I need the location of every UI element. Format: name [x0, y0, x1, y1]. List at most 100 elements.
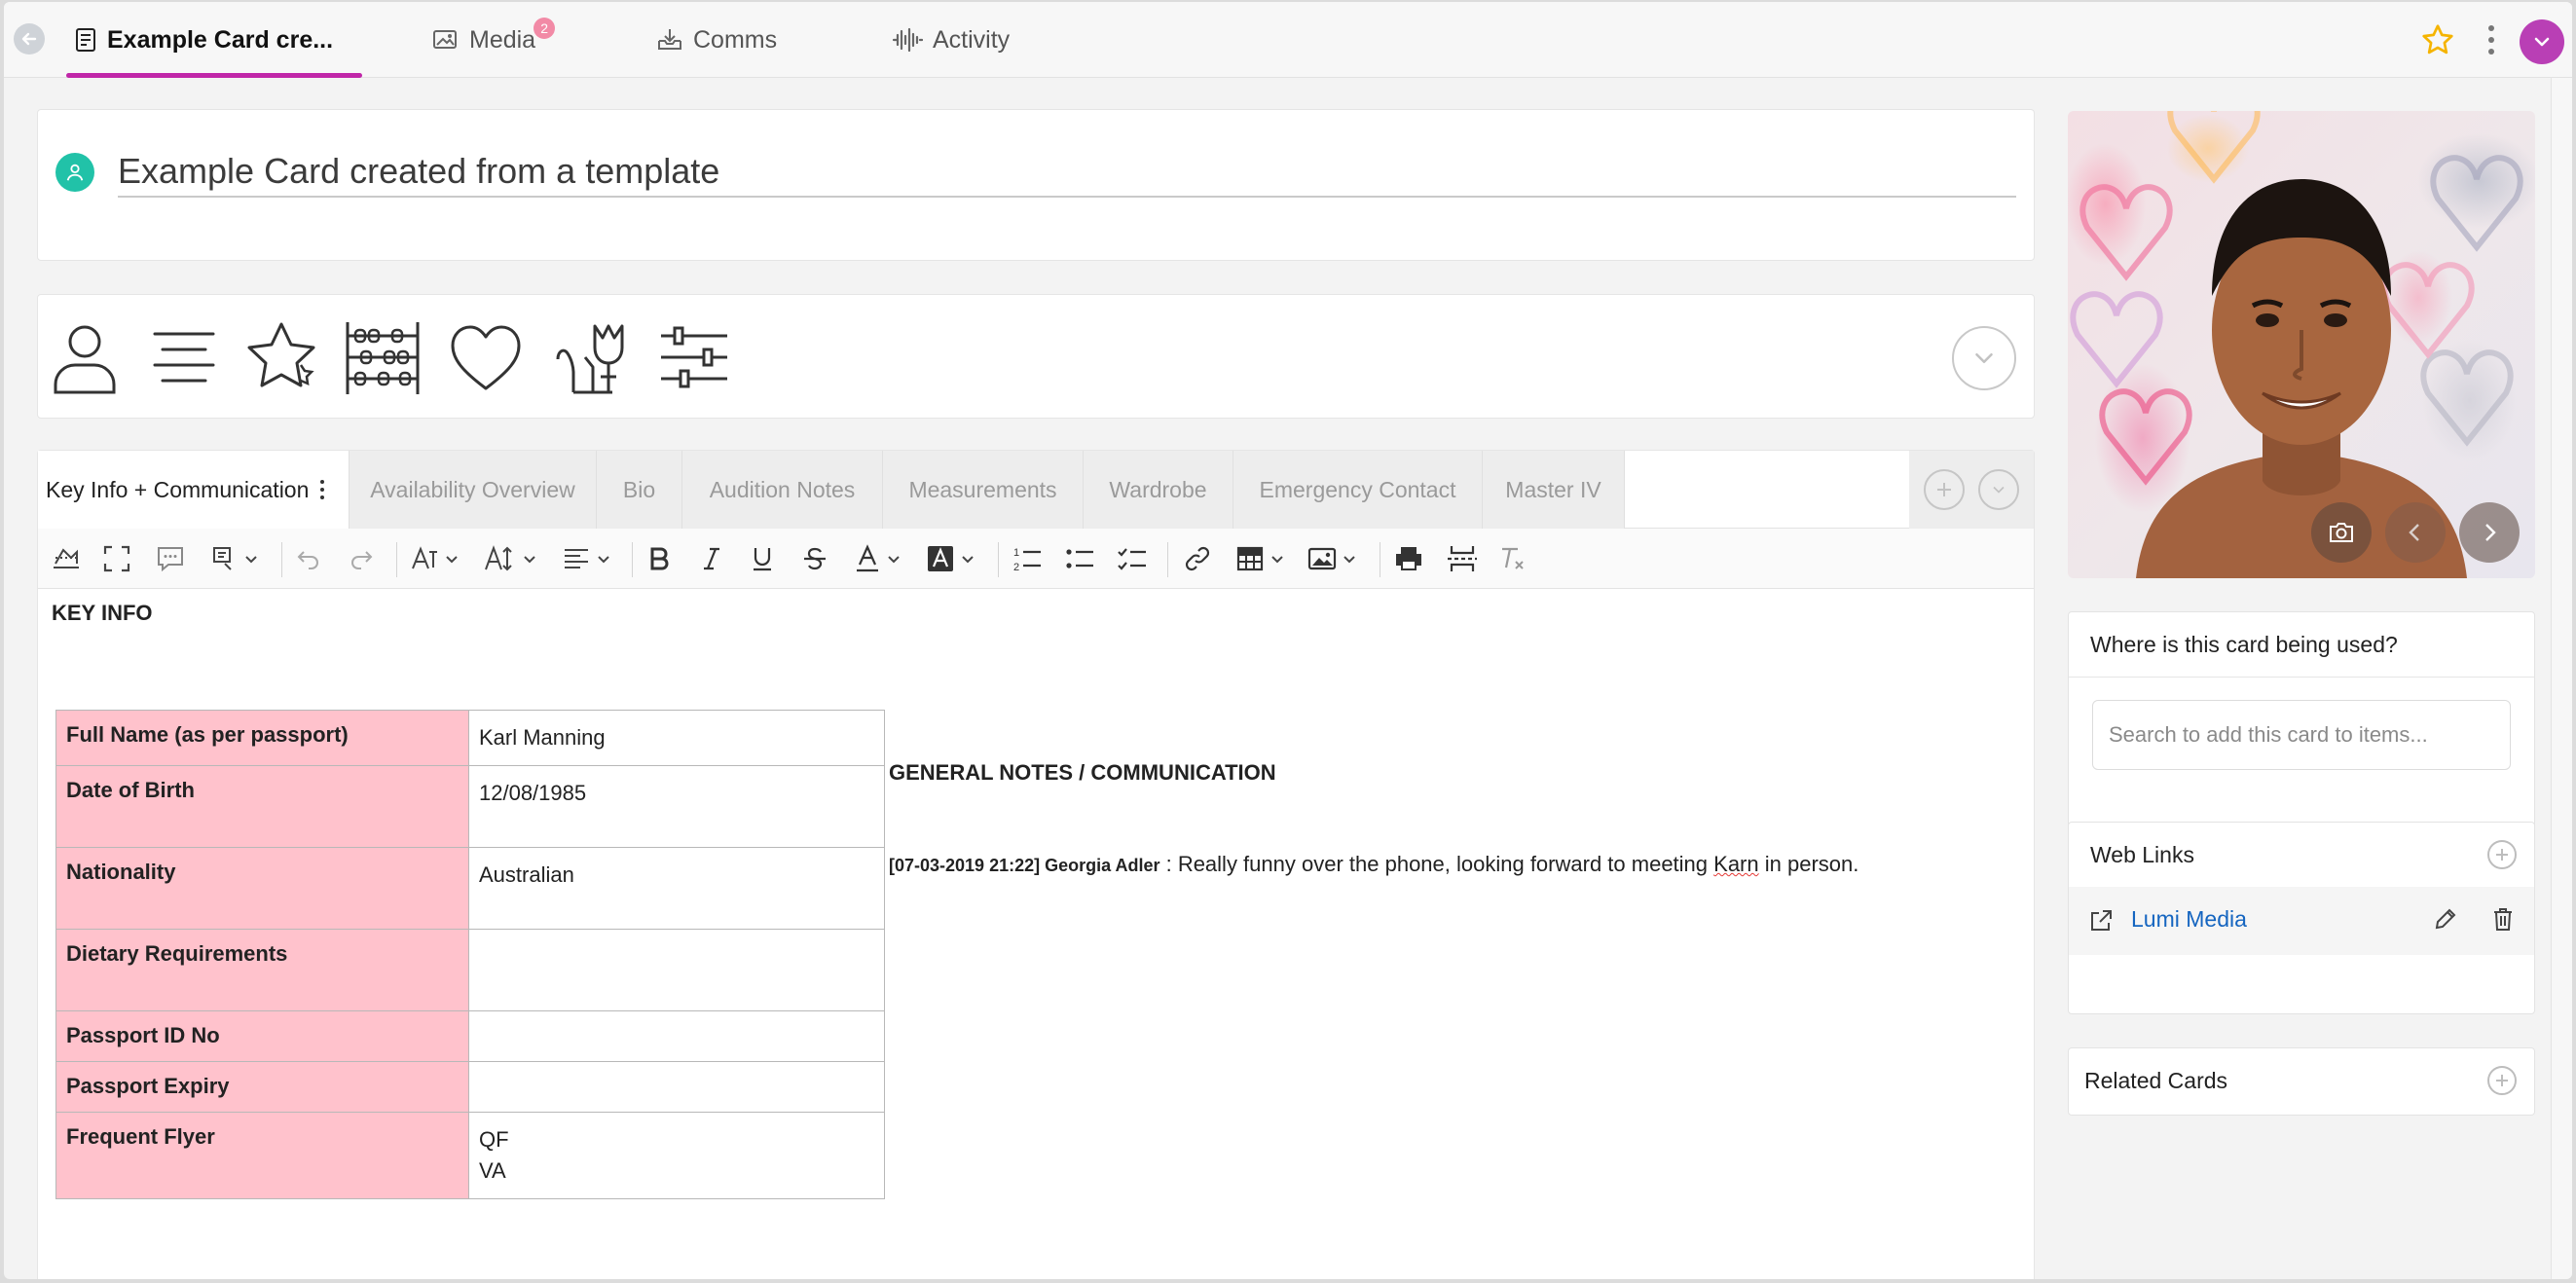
favorite-button[interactable]	[2420, 22, 2455, 62]
link-button[interactable]	[1183, 542, 1212, 575]
table-row: Nationality Australian	[55, 847, 885, 930]
toolbar-divider	[396, 542, 397, 577]
misspelled-word[interactable]: Karn	[1713, 852, 1758, 876]
page-scrollbar[interactable]	[2551, 78, 2572, 1279]
tab-key-info[interactable]: Key Info + Communication	[38, 451, 350, 529]
tab-measurements-label: Measurements	[908, 476, 1057, 502]
delete-link-button[interactable]	[2491, 906, 2515, 936]
tab-master-iv[interactable]: Master IV	[1483, 451, 1625, 529]
back-button[interactable]	[14, 23, 45, 55]
chevron-right-icon	[2485, 524, 2496, 541]
highlight-color-button[interactable]	[926, 542, 975, 575]
user-menu-button[interactable]	[2520, 19, 2564, 64]
person-icon	[66, 164, 84, 181]
camera-icon	[2330, 523, 2353, 542]
arrow-left-icon	[21, 32, 37, 46]
previous-photo-button[interactable]	[2385, 502, 2446, 563]
numbered-list-button[interactable]: 12	[1012, 542, 1043, 575]
tab-master-iv-label: Master IV	[1505, 476, 1601, 502]
tab-media[interactable]: Media 2	[432, 2, 556, 78]
strikethrough-button[interactable]	[801, 542, 828, 575]
expand-templates-button[interactable]	[1952, 326, 2016, 390]
font-family-button[interactable]	[410, 542, 459, 575]
table-value-cell[interactable]	[468, 929, 885, 1011]
cat-icon[interactable]	[550, 316, 632, 398]
font-size-button[interactable]	[484, 542, 536, 575]
tab-availability[interactable]: Availability Overview	[350, 451, 597, 529]
tab-measurements[interactable]: Measurements	[883, 451, 1084, 529]
editor-tab-strip: Key Info + Communication Availability Ov…	[38, 451, 2034, 529]
abacus-icon[interactable]	[342, 316, 423, 398]
tab-bio[interactable]: Bio	[597, 451, 682, 529]
card-avatar[interactable]	[55, 153, 94, 192]
underline-button[interactable]	[749, 542, 776, 575]
bold-button[interactable]	[645, 542, 673, 575]
format-painter-button[interactable]	[209, 542, 258, 575]
add-web-link-button[interactable]	[2487, 840, 2517, 869]
redo-button[interactable]	[348, 542, 375, 575]
tab-wardrobe[interactable]: Wardrobe	[1084, 451, 1233, 529]
profile-photo[interactable]	[2068, 111, 2535, 578]
chevron-down-icon	[2534, 37, 2550, 47]
add-related-card-button[interactable]	[2487, 1066, 2517, 1095]
comment-icon	[158, 547, 183, 572]
table-value-cell[interactable]: Australian	[468, 847, 885, 930]
document-body[interactable]: KEY INFO Full Name (as per passport) Kar…	[38, 589, 2034, 1279]
tab-audition-notes[interactable]: Audition Notes	[682, 451, 883, 529]
italic-button[interactable]	[698, 542, 725, 575]
key-info-table: Full Name (as per passport) Karl Manning…	[55, 710, 885, 1199]
external-link-icon[interactable]	[2088, 908, 2114, 938]
tab-dropdown-button[interactable]	[1978, 469, 2019, 510]
kebab-menu-icon	[2488, 25, 2494, 55]
card-title-input[interactable]: Example Card created from a template	[118, 147, 2016, 198]
clear-format-button[interactable]	[1498, 542, 1527, 575]
star-icon[interactable]	[240, 316, 322, 398]
heart-icon[interactable]	[445, 316, 527, 398]
bullet-list-button[interactable]	[1064, 542, 1095, 575]
tab-activity[interactable]: Activity	[892, 2, 1010, 78]
clear-format-icon	[1502, 547, 1524, 569]
table-value-cell[interactable]: QF VA	[468, 1112, 885, 1199]
web-link-label[interactable]: Lumi Media	[2131, 906, 2247, 933]
tab-emergency-contact[interactable]: Emergency Contact	[1233, 451, 1483, 529]
font-color-button[interactable]	[854, 542, 901, 575]
tab-media-label: Media	[469, 25, 536, 54]
card-usage-search-input[interactable]: Search to add this card to items...	[2092, 700, 2511, 770]
table-button[interactable]	[1235, 542, 1284, 575]
table-value-cell[interactable]: 12/08/1985	[468, 765, 885, 848]
add-tab-button[interactable]	[1924, 469, 1965, 510]
kebab-menu-icon[interactable]	[318, 479, 326, 500]
change-photo-button[interactable]	[2311, 502, 2372, 563]
text-lines-icon[interactable]	[143, 316, 225, 398]
more-options-button[interactable]	[2486, 23, 2496, 61]
table-value-cell[interactable]	[468, 1061, 885, 1113]
plus-icon	[1937, 483, 1951, 496]
print-button[interactable]	[1393, 542, 1424, 575]
table-value-cell[interactable]: Karl Manning	[468, 710, 885, 766]
next-photo-button[interactable]	[2459, 502, 2520, 563]
table-label-cell: Dietary Requirements	[55, 929, 469, 1011]
sliders-icon[interactable]	[653, 316, 735, 398]
save-draft-button[interactable]	[50, 542, 83, 575]
toolbar-divider	[281, 542, 282, 577]
align-button[interactable]	[562, 542, 610, 575]
tab-card[interactable]: Example Card cre...	[65, 2, 363, 78]
person-icon[interactable]	[44, 316, 126, 398]
font-color-icon	[857, 544, 878, 572]
edit-link-button[interactable]	[2433, 906, 2458, 936]
table-value-cell[interactable]	[468, 1010, 885, 1062]
related-cards-panel: Related Cards	[2068, 1047, 2535, 1116]
chevron-left-icon	[2409, 524, 2419, 541]
web-links-heading: Web Links	[2090, 841, 2194, 867]
undo-button[interactable]	[295, 542, 322, 575]
page-break-icon	[1448, 546, 1477, 571]
comment-button[interactable]	[155, 542, 186, 575]
tab-comms[interactable]: Comms	[656, 2, 777, 78]
fullscreen-button[interactable]	[102, 542, 131, 575]
plus-icon	[2496, 1075, 2508, 1086]
checklist-button[interactable]	[1117, 542, 1148, 575]
insert-image-button[interactable]	[1307, 542, 1356, 575]
print-icon	[1396, 547, 1421, 570]
page-break-button[interactable]	[1446, 542, 1479, 575]
image-icon	[1307, 547, 1337, 570]
